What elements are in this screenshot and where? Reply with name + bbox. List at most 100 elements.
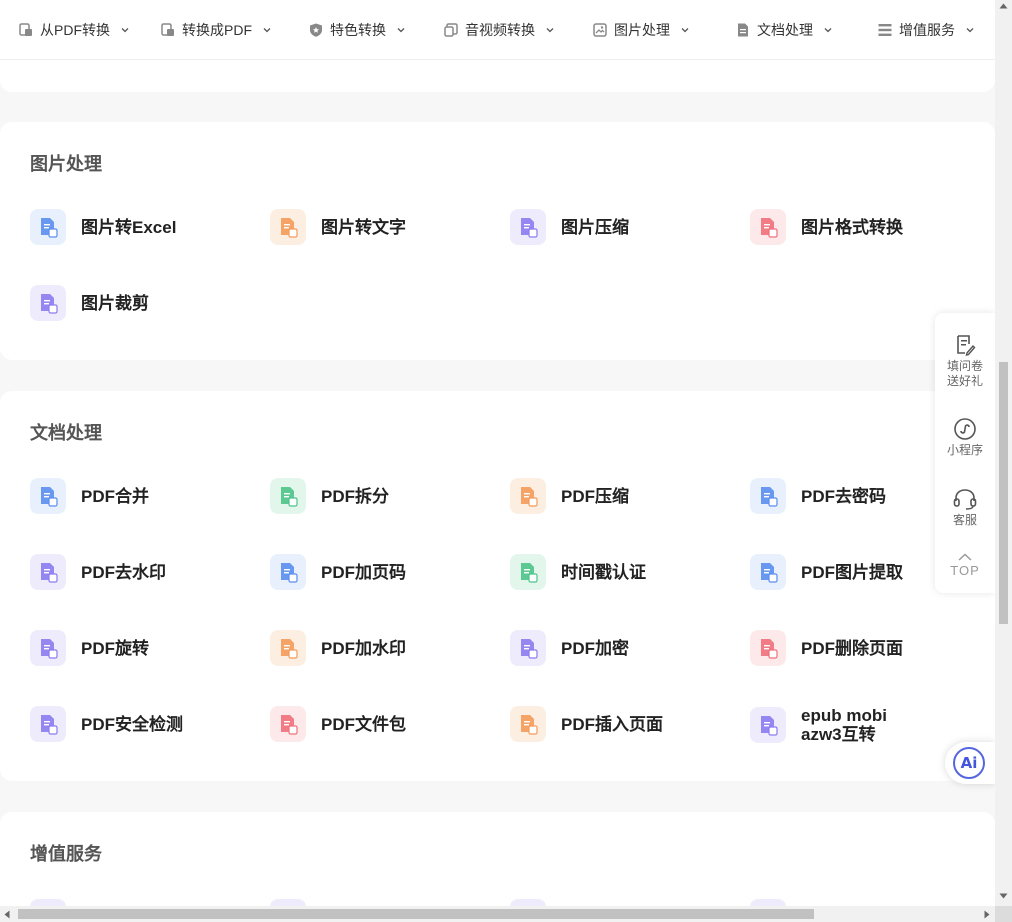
scroll-right-arrow-icon[interactable] xyxy=(984,910,990,919)
tool-icon xyxy=(750,478,786,514)
tool-item[interactable]: PDF安全检测 xyxy=(30,706,183,742)
section-title: 图片处理 xyxy=(30,154,102,174)
tool-icon xyxy=(270,478,306,514)
nav-label: 文档处理 xyxy=(757,22,813,38)
tool-item[interactable]: 图片格式转换 xyxy=(750,209,903,245)
tool-item[interactable]: epub mobi azw3互转 xyxy=(750,706,887,744)
survey-label: 填问卷 送好礼 xyxy=(946,359,983,388)
tool-label: 图片转Excel xyxy=(81,217,177,237)
scrollbar-corner xyxy=(995,906,1012,922)
chevron-down-icon xyxy=(824,28,832,33)
nav-value-added[interactable]: 增值服务 xyxy=(877,0,975,60)
ai-assistant-button[interactable]: Ai xyxy=(945,742,995,784)
tool-item[interactable]: PDF插入页面 xyxy=(510,706,663,742)
section-title: 文档处理 xyxy=(30,423,102,443)
nav-label: 转换成PDF xyxy=(182,22,252,38)
chevron-up-icon xyxy=(958,553,972,561)
tool-icon xyxy=(30,554,66,590)
tool-item[interactable]: PDF加页码 xyxy=(270,554,406,590)
shield-star-icon xyxy=(310,23,322,37)
nav-from-pdf[interactable]: 从PDF转换 xyxy=(18,0,130,60)
tool-item[interactable]: PDF拆分 xyxy=(270,478,389,514)
document-processing-card: 文档处理 PDF合并 PDF拆分 PDF压缩 PDF去密码 PDF去水印 PDF加页码 时间… xyxy=(0,391,995,781)
value-added-card: 增值服务 xyxy=(0,812,995,906)
back-to-top-button[interactable]: TOP xyxy=(935,553,995,578)
tool-icon xyxy=(270,706,306,742)
tool-label: PDF图片提取 xyxy=(801,562,903,582)
image-processing-card: 图片处理 图片转Excel 图片转文字 图片压缩 图片格式转换图片裁剪 xyxy=(0,122,995,360)
content-area: 图片处理 图片转Excel 图片转文字 图片压缩 图片格式转换图片裁剪 文档处理 PD… xyxy=(0,60,995,906)
tool-item[interactable]: 时间戳认证 xyxy=(510,554,646,590)
tool-icon xyxy=(510,706,546,742)
tool-label: PDF拆分 xyxy=(321,486,389,506)
previous-card xyxy=(0,60,995,92)
tool-label: 图片格式转换 xyxy=(801,217,903,237)
tool-label: PDF加密 xyxy=(561,638,629,658)
tool-item[interactable]: PDF文件包 xyxy=(270,706,406,742)
tool-item[interactable]: PDF加水印 xyxy=(270,630,406,666)
tool-item[interactable]: PDF压缩 xyxy=(510,478,629,514)
tool-item[interactable]: PDF去水印 xyxy=(30,554,166,590)
tool-icon xyxy=(510,478,546,514)
tool-item[interactable]: PDF加密 xyxy=(510,630,629,666)
tool-item[interactable]: PDF删除页面 xyxy=(750,630,903,666)
tool-item[interactable]: 图片压缩 xyxy=(510,209,629,245)
miniprogram-icon xyxy=(954,418,976,440)
tool-icon xyxy=(750,899,786,906)
vertical-scrollbar[interactable] xyxy=(995,0,1012,906)
scroll-down-arrow-icon[interactable] xyxy=(999,893,1008,899)
tool-icon xyxy=(30,630,66,666)
scrollbar-thumb[interactable] xyxy=(999,362,1008,624)
scroll-left-arrow-icon[interactable] xyxy=(4,910,10,919)
tool-icon xyxy=(510,630,546,666)
tool-label: PDF去密码 xyxy=(801,486,886,506)
tool-item[interactable]: 图片转文字 xyxy=(270,209,406,245)
tool-label: 图片转文字 xyxy=(321,217,406,237)
tool-icon xyxy=(510,209,546,245)
nav-av-convert[interactable]: 音视频转换 xyxy=(443,0,555,60)
horizontal-scrollbar[interactable] xyxy=(0,906,995,922)
nav-label: 增值服务 xyxy=(899,22,955,38)
side-float-panel: 填问卷 送好礼 小程序 客服 TOP xyxy=(935,313,995,593)
survey-button[interactable]: 填问卷 送好礼 xyxy=(935,333,995,389)
tool-label: PDF加水印 xyxy=(321,638,406,658)
tool-item[interactable]: PDF旋转 xyxy=(30,630,149,666)
tool-item[interactable]: PDF去密码 xyxy=(750,478,886,514)
tool-label: 图片压缩 xyxy=(561,217,629,237)
miniprogram-button[interactable]: 小程序 xyxy=(935,417,995,458)
tool-label: PDF加页码 xyxy=(321,562,406,582)
nav-to-pdf[interactable]: 转换成PDF xyxy=(160,0,272,60)
media-icon xyxy=(444,23,458,37)
tool-label: PDF旋转 xyxy=(81,638,149,658)
chevron-down-icon xyxy=(546,28,554,33)
tool-item[interactable]: PDF合并 xyxy=(30,478,149,514)
document-icon xyxy=(738,23,748,37)
scrollbar-thumb[interactable] xyxy=(18,909,814,919)
tool-icon xyxy=(270,899,306,906)
tool-label: PDF去水印 xyxy=(81,562,166,582)
section-title: 增值服务 xyxy=(30,844,102,864)
nav-special-convert[interactable]: 特色转换 xyxy=(308,0,406,60)
tool-item[interactable]: 图片裁剪 xyxy=(30,285,149,321)
tool-icon xyxy=(30,285,66,321)
customer-service-button[interactable]: 客服 xyxy=(935,487,995,528)
tool-label: 图片裁剪 xyxy=(81,293,149,313)
tool-icon xyxy=(750,209,786,245)
tool-icon xyxy=(30,706,66,742)
tool-label: epub mobi azw3互转 xyxy=(801,706,887,744)
tool-item[interactable]: 图片转Excel xyxy=(30,209,176,245)
tool-icon xyxy=(30,209,66,245)
list-icon xyxy=(878,24,892,36)
nav-image-processing[interactable]: 图片处理 xyxy=(592,0,690,60)
tool-label: PDF合并 xyxy=(81,486,149,506)
survey-edit-icon xyxy=(957,335,976,356)
tool-label: PDF文件包 xyxy=(321,714,406,734)
tool-label: PDF删除页面 xyxy=(801,638,903,658)
tool-icon xyxy=(270,630,306,666)
nav-document-processing[interactable]: 文档处理 xyxy=(735,0,833,60)
tool-icon xyxy=(510,899,546,906)
nav-label: 音视频转换 xyxy=(465,22,535,38)
tool-icon xyxy=(750,707,786,743)
scroll-up-arrow-icon[interactable] xyxy=(999,3,1008,9)
tool-item[interactable]: PDF图片提取 xyxy=(750,554,903,590)
